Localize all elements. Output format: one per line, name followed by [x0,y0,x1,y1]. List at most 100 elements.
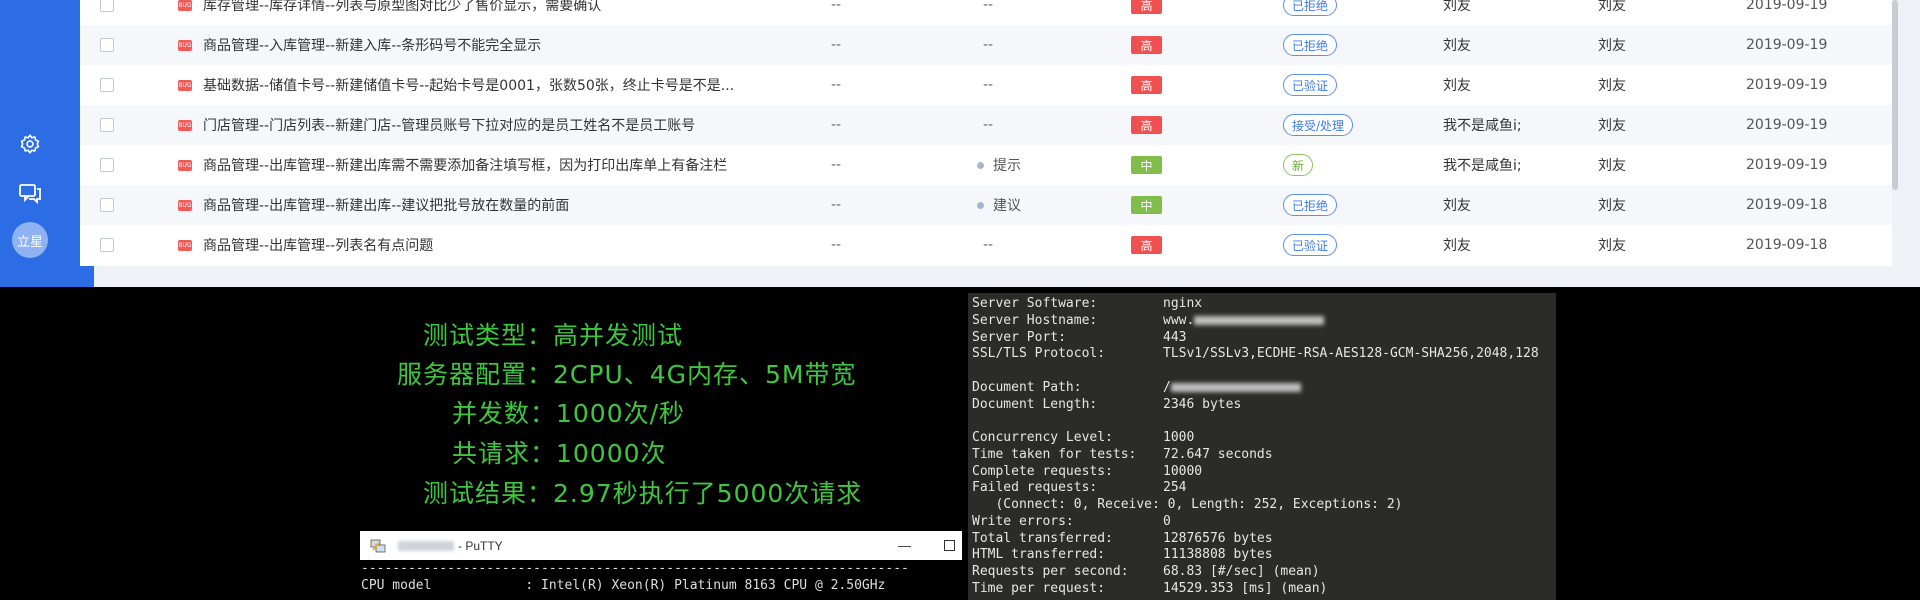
status-badge[interactable]: 接受/处理 [1283,114,1354,136]
ab-key: Server Port: [972,329,1066,345]
avatar[interactable]: 立星 [12,222,48,258]
type-dot-icon [977,161,984,169]
type-dot-icon [977,201,984,209]
putty-terminal[interactable]: ----------------------------------------… [360,560,962,600]
bug-type: 建议 [977,185,1021,225]
ab-key: Document Length: [972,396,1098,412]
ab-line: Server Software: nginx [972,296,1556,313]
bug-title[interactable]: 商品管理--出库管理--新建出库需不需要添加备注填写框，因为打印出库单上有备注栏 [203,145,763,185]
priority-badge: 中 [1131,196,1162,214]
status-cell: 已拒绝 [1283,0,1338,25]
ab-line: Concurrency Level: 1000 [972,430,1556,447]
ab-value: 10000 [1163,464,1202,479]
row-checkbox[interactable] [100,78,114,92]
ab-value: 14529.353 [ms] (mean) [1163,581,1327,596]
assignee: 刘友 [1443,0,1471,14]
table-row[interactable]: BUG 商品管理--出库管理--新建出库--建议把批号放在数量的前面 -- 建议 中 已拒… [80,185,1892,225]
status-cell: 接受/处理 [1283,105,1354,145]
bug-title[interactable]: 商品管理--出库管理--新建出库--建议把批号放在数量的前面 [203,185,763,225]
ab-value-text: www. [1163,312,1195,328]
reporter: 刘友 [1598,78,1626,94]
bug-field: -- [831,237,842,253]
table-row[interactable]: BUG 库存管理--库存详情--列表与原型图对比少了售价显示，需要确认 -- -- 高 已… [80,0,1892,25]
banner-concurrency: 并发数：1000次/秒 [452,399,686,428]
putty-titlebar[interactable]: - PuTTY — [360,531,962,560]
table-row[interactable]: BUG 门店管理--门店列表--新建门店--管理员账号下拉对应的是员工姓名不是员工… [80,105,1892,145]
row-checkbox[interactable] [100,0,114,12]
reporter: 刘友 [1598,0,1626,14]
row-checkbox[interactable] [100,238,114,252]
putty-title: - PuTTY [458,538,503,553]
status-badge[interactable]: 新 [1283,154,1314,176]
status-badge[interactable]: 已拒绝 [1283,0,1338,16]
bug-type: -- [983,117,994,133]
table-row[interactable]: BUG 商品管理--出库管理--列表名有点问题 -- -- 高 已验证 刘友 刘友 2019-0… [80,225,1892,265]
ab-key: Server Hostname: [972,312,1098,328]
priority-badge: 高 [1131,36,1162,54]
bug-title[interactable]: 商品管理--入库管理--新建入库--条形码号不能完全显示 [203,25,763,65]
minimize-button[interactable]: — [898,538,911,553]
bug-type-label: 提示 [993,158,1021,174]
bug-icon: BUG [178,160,192,171]
bug-title[interactable]: 门店管理--门店列表--新建门店--管理员账号下拉对应的是员工姓名不是员工账号 [203,105,763,145]
ab-key: Concurrency Level: [972,430,1113,445]
bug-icon: BUG [178,200,192,211]
ab-line: SSL/TLS Protocol: TLSv1/SSLv3,ECDHE-RSA-A… [972,346,1556,363]
status-badge[interactable]: 已验证 [1283,234,1338,256]
ab-value: TLSv1/SSLv3,ECDHE-RSA-AES128-GCM-SHA256,… [1163,346,1539,361]
bug-icon: BUG [178,240,192,251]
bug-title[interactable]: 商品管理--出库管理--列表名有点问题 [203,225,763,265]
row-checkbox[interactable] [100,158,114,172]
ab-key: Complete requests: [972,463,1113,479]
assignee: 刘友 [1443,38,1471,54]
row-checkbox[interactable] [100,198,114,212]
gear-icon[interactable] [17,131,43,157]
ab-key: Time taken for tests: [972,446,1137,462]
ab-line: Time per request: 14529.353 [ms] (mean) [972,581,1556,598]
banner-result: 测试结果：2.97秒执行了5000次请求 [423,479,863,508]
bug-title[interactable]: 库存管理--库存详情--列表与原型图对比少了售价显示，需要确认 [203,0,763,25]
bug-icon: BUG [178,80,192,91]
table-row[interactable]: BUG 商品管理--出库管理--新建出库需不需要添加备注填写框，因为打印出库单上有… [80,145,1892,185]
ab-value: nginx [1163,296,1202,311]
bug-icon: BUG [178,120,192,131]
banner-server-config: 服务器配置：2CPU、4G内存、5M带宽 [397,360,857,389]
table-row[interactable]: BUG 商品管理--入库管理--新建入库--条形码号不能完全显示 -- -- 高 已拒绝 刘… [80,25,1892,65]
bug-title[interactable]: 基础数据--储值卡号--新建储值卡号--起始卡号是0001，张数50张，终止卡号… [203,65,763,105]
assignee: 我不是咸鱼i; [1443,118,1522,134]
ab-line: Requests per second: 68.83 [#/sec] (mean) [972,564,1556,581]
row-checkbox[interactable] [100,118,114,132]
ab-value-text: 1000 [1163,430,1195,445]
ab-value-text: 2346 bytes [1163,396,1242,412]
assignee: 刘友 [1443,238,1471,254]
assignee: 刘友 [1443,198,1471,214]
bug-field: -- [831,157,842,173]
banner-total-requests: 共请求：10000次 [452,439,667,468]
ab-key: Server Software: [972,296,1098,311]
chat-icon[interactable] [17,180,43,206]
bug-date: 2019-09-18 [1746,197,1828,213]
row-checkbox[interactable] [100,38,114,52]
bug-icon: BUG [178,0,192,11]
bug-type: -- [983,0,994,13]
reporter: 刘友 [1598,238,1626,254]
ab-line: HTML transferred: 11138808 bytes [972,547,1556,564]
status-badge[interactable]: 已验证 [1283,74,1338,96]
priority-badge: 中 [1131,156,1162,174]
bug-type-label: 建议 [993,198,1021,214]
maximize-button[interactable] [944,540,955,551]
bug-date: 2019-09-19 [1746,77,1828,93]
table-row[interactable]: BUG 基础数据--储值卡号--新建储值卡号--起始卡号是0001，张数50张，终… [80,65,1892,105]
scrollbar-thumb[interactable] [1892,0,1898,190]
priority-badge: 高 [1131,116,1162,134]
ab-line: Failed requests: 254 [972,480,1556,497]
reporter: 刘友 [1598,158,1626,174]
ab-key: Requests per second: [972,564,1129,579]
bug-field: -- [831,197,842,213]
status-badge[interactable]: 已拒绝 [1283,34,1338,56]
ab-line [972,413,1556,430]
bug-date: 2019-09-19 [1746,0,1828,13]
putty-logo-icon [370,539,386,552]
bug-field: -- [831,37,842,53]
status-badge[interactable]: 已拒绝 [1283,194,1338,216]
